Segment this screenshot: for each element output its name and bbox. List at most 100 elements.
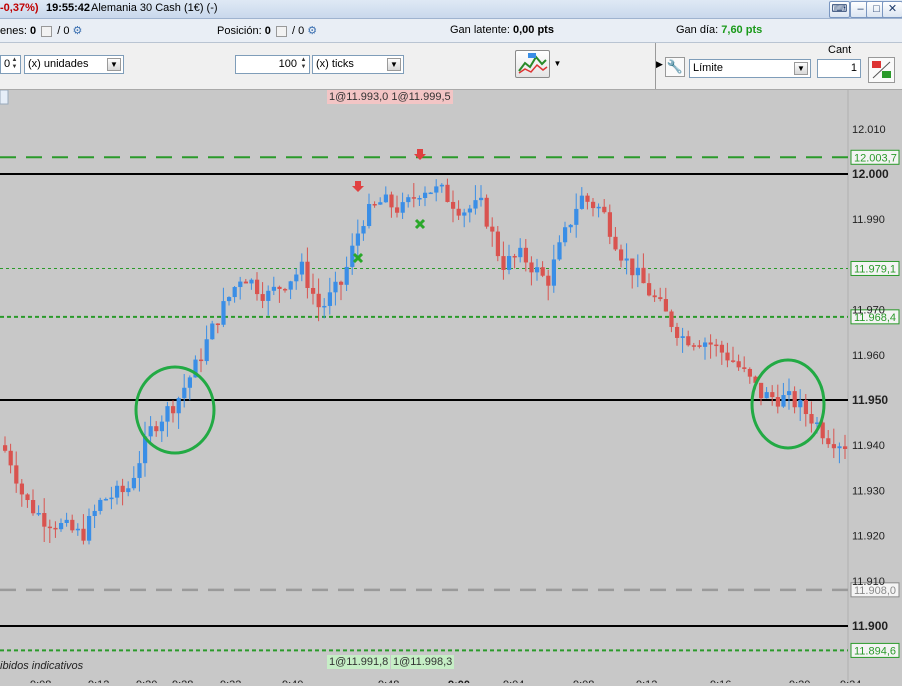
orders-close-icon[interactable] xyxy=(41,25,53,37)
time-tick-label: 9:08 xyxy=(30,679,51,683)
time-tick-label: 9:08 xyxy=(573,679,594,683)
candle-body xyxy=(658,297,663,300)
expand-arrow-icon[interactable]: ▶ xyxy=(656,59,663,70)
candle-body xyxy=(725,352,730,361)
chart-trading-button[interactable] xyxy=(515,50,550,78)
candle-body xyxy=(787,391,792,396)
price-tick-label: 11.940 xyxy=(852,440,885,452)
candle-body xyxy=(92,510,97,516)
orders-label: enes: xyxy=(0,25,27,37)
candle-body xyxy=(406,197,411,203)
wrench-icon[interactable]: 🔧 xyxy=(665,57,685,77)
price-tick-label: 11.970 xyxy=(852,305,885,317)
ticks-stepper[interactable]: 100 ▲ ▼ xyxy=(235,55,310,74)
chart-corner-button[interactable] xyxy=(0,89,9,105)
candle-body xyxy=(98,499,103,511)
spin-arrows-icon[interactable]: ▲ ▼ xyxy=(299,57,308,72)
candle-body xyxy=(171,406,176,414)
orders-count: 0 xyxy=(29,25,37,37)
candle-body xyxy=(367,204,372,227)
candle-body xyxy=(361,226,366,234)
candle-body xyxy=(87,515,92,541)
orders-group: enes: 0 / 0 ⚙ xyxy=(0,24,82,37)
candle-body xyxy=(411,197,416,199)
order-toolbar: 0 ▲ ▼ (x) unidades ▼ 100 ▲ ▼ (x) ticks ▼ ▼… xyxy=(0,43,902,90)
candle-body xyxy=(204,339,209,362)
candle-body xyxy=(64,519,69,524)
time-tick-label: 9:12 xyxy=(88,679,109,683)
price-chart[interactable]: 12.003,7 11.979,1 11.968,4 11.908,0 11.894,6… xyxy=(0,89,902,686)
candle-body xyxy=(831,444,836,449)
candle-body xyxy=(350,245,355,267)
candle-body xyxy=(652,295,657,298)
latent-label: Gan latente: xyxy=(450,24,510,36)
candle-body xyxy=(798,400,803,408)
price-tick-label: 11.990 xyxy=(852,214,885,226)
candle-body xyxy=(507,255,512,270)
orders-sep: / 0 xyxy=(57,25,70,37)
candle-body xyxy=(815,422,820,424)
candle-body xyxy=(389,194,394,208)
candle-body xyxy=(316,293,321,308)
quantity-stepper[interactable]: 0 ▲ ▼ xyxy=(0,55,21,74)
candle-body xyxy=(747,368,752,377)
info-bar: enes: 0 / 0 ⚙ Posición: 0 / 0 ⚙ Gan late… xyxy=(0,19,902,43)
close-icon[interactable]: ✕ xyxy=(882,1,902,18)
candle-body xyxy=(355,233,360,246)
units-select[interactable]: (x) unidades ▼ xyxy=(24,55,124,74)
position-gear-icon[interactable]: ⚙ xyxy=(307,25,317,37)
candle-body xyxy=(47,526,52,529)
order-type-select[interactable]: Límite ▼ xyxy=(689,59,811,78)
ticks-select[interactable]: (x) ticks ▼ xyxy=(312,55,404,74)
time-tick-label: 9:32 xyxy=(220,679,241,683)
candle-body xyxy=(602,206,607,213)
candle-body xyxy=(344,266,349,285)
candlestick-chart[interactable]: 12.003,711.979,111.968,411.908,011.894,6… xyxy=(0,89,902,686)
buy-sell-icon[interactable] xyxy=(868,57,895,83)
chevron-down-icon[interactable]: ▼ xyxy=(551,50,564,78)
candle-body xyxy=(736,361,741,368)
time-tick-label: 9:48 xyxy=(378,679,399,683)
candle-body xyxy=(395,207,400,213)
time-tick-label: 9:04 xyxy=(503,679,524,683)
candle-body xyxy=(227,297,232,302)
candle-body xyxy=(31,500,36,514)
price-level-tag-text: 11.894,6 xyxy=(854,645,896,657)
candle-body xyxy=(249,279,254,284)
candle-body xyxy=(299,261,304,275)
candle-body xyxy=(635,267,640,276)
candle-body xyxy=(585,195,590,202)
clock: 19:55:42 xyxy=(46,2,91,14)
position-group: Posición: 0 / 0 ⚙ xyxy=(217,24,317,37)
chart-background xyxy=(0,90,902,683)
day-label: Gan día: xyxy=(676,24,719,36)
candle-body xyxy=(428,192,433,195)
chevron-down-icon[interactable]: ▼ xyxy=(107,58,121,71)
position-count: 0 xyxy=(264,25,271,37)
candle-body xyxy=(277,286,282,289)
chevron-down-icon[interactable]: ▼ xyxy=(794,62,808,75)
candle-body xyxy=(187,377,192,388)
candle-body xyxy=(3,445,8,451)
spin-arrows-icon[interactable]: ▲ ▼ xyxy=(10,57,19,72)
candle-body xyxy=(137,463,142,478)
candle-body xyxy=(680,336,685,338)
chart-icon xyxy=(518,53,548,74)
candle-body xyxy=(775,397,780,407)
candle-body xyxy=(8,450,13,466)
order-panel: ▶ 🔧 Límite ▼ Cant 1 xyxy=(655,43,902,89)
candle-body xyxy=(154,426,159,432)
latent-value: 0,00 pts xyxy=(513,24,554,36)
candle-body xyxy=(619,249,624,261)
candle-body xyxy=(165,406,170,422)
candle-body xyxy=(529,262,534,273)
candle-body xyxy=(439,184,444,187)
keyboard-icon[interactable]: ⌨ xyxy=(829,1,850,18)
day-value: 7,60 pts xyxy=(721,24,763,36)
candle-body xyxy=(445,184,450,202)
cant-input[interactable]: 1 xyxy=(817,59,861,78)
chevron-down-icon[interactable]: ▼ xyxy=(387,58,401,71)
candle-body xyxy=(81,528,86,541)
orders-gear-icon[interactable]: ⚙ xyxy=(73,25,83,37)
position-close-icon[interactable] xyxy=(275,25,287,37)
